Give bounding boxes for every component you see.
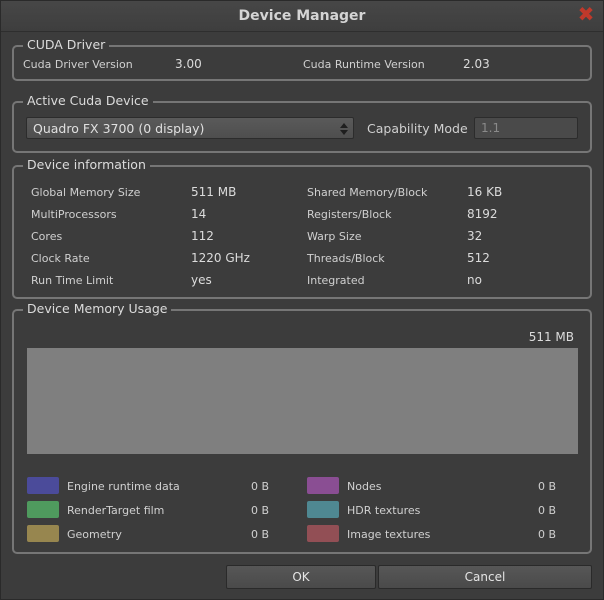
info-label: Shared Memory/Block: [307, 186, 428, 199]
legend-swatch-hdr-textures: [307, 501, 339, 518]
close-icon[interactable]: ✖: [577, 4, 595, 24]
legend-label: RenderTarget film: [67, 504, 165, 517]
info-value: 14: [191, 207, 207, 221]
info-value: 8192: [467, 207, 498, 221]
legend-value: 0 B: [538, 528, 557, 541]
device-memory-usage-group-title: Device Memory Usage: [23, 301, 172, 317]
info-label: Integrated: [307, 274, 365, 287]
title-bar[interactable]: Device Manager ✖: [1, 1, 603, 32]
info-value: 16 KB: [467, 185, 503, 199]
legend-value: 0 B: [538, 504, 557, 517]
legend-swatch-engine-runtime: [27, 477, 59, 494]
dropdown-arrows-icon: [340, 123, 348, 135]
cuda-device-dropdown[interactable]: Quadro FX 3700 (0 display): [26, 117, 354, 139]
legend-value: 0 B: [251, 504, 270, 517]
cuda-runtime-version-value: 2.03: [463, 57, 490, 71]
info-label: Warp Size: [307, 230, 362, 243]
legend-value: 0 B: [251, 528, 270, 541]
info-label: MultiProcessors: [31, 208, 117, 221]
device-information-group-title: Device information: [23, 157, 150, 173]
info-value: 1220 GHz: [191, 251, 250, 265]
info-label: Threads/Block: [307, 252, 385, 265]
info-label: Registers/Block: [307, 208, 392, 221]
device-memory-usage-group: Device Memory Usage 511 MB Engine runtim…: [12, 301, 592, 554]
legend-swatch-image-textures: [307, 525, 339, 542]
cuda-runtime-version-label: Cuda Runtime Version: [303, 58, 425, 71]
capability-mode-value: 1.1: [481, 121, 501, 135]
legend-label: Nodes: [347, 480, 382, 493]
info-value: 32: [467, 229, 483, 243]
cancel-button[interactable]: Cancel: [378, 565, 592, 589]
active-cuda-device-group-title: Active Cuda Device: [23, 93, 153, 109]
info-value: no: [467, 273, 482, 287]
device-manager-window: Device Manager ✖ CUDA Driver Cuda Driver…: [0, 0, 604, 600]
ok-button[interactable]: OK: [226, 565, 376, 589]
legend-swatch-rendertarget: [27, 501, 59, 518]
legend-swatch-nodes: [307, 477, 339, 494]
active-cuda-device-group: Active Cuda Device Quadro FX 3700 (0 dis…: [12, 93, 592, 153]
info-value: 511 MB: [191, 185, 237, 199]
cuda-driver-version-value: 3.00: [175, 57, 202, 71]
memory-usage-bar: [27, 348, 578, 454]
legend-label: Engine runtime data: [67, 480, 180, 493]
legend-label: Image textures: [347, 528, 431, 541]
legend-label: HDR textures: [347, 504, 421, 517]
info-label: Cores: [31, 230, 63, 243]
cuda-driver-group-title: CUDA Driver: [23, 37, 110, 53]
info-value: 112: [191, 229, 214, 243]
legend-label: Geometry: [67, 528, 122, 541]
info-label: Run Time Limit: [31, 274, 114, 287]
capability-mode-field[interactable]: 1.1: [474, 117, 578, 139]
legend-value: 0 B: [251, 480, 270, 493]
info-value: 512: [467, 251, 490, 265]
info-value: yes: [191, 273, 212, 287]
memory-total: 511 MB: [528, 330, 574, 344]
device-information-group: Device information Global Memory Size 51…: [12, 157, 592, 299]
cuda-driver-version-label: Cuda Driver Version: [23, 58, 133, 71]
window-title: Device Manager: [238, 8, 366, 24]
capability-mode-label: Capability Mode: [367, 121, 468, 136]
cuda-device-selected: Quadro FX 3700 (0 display): [33, 121, 205, 136]
legend-value: 0 B: [538, 480, 557, 493]
info-label: Clock Rate: [31, 252, 90, 265]
legend-swatch-geometry: [27, 525, 59, 542]
info-label: Global Memory Size: [31, 186, 141, 199]
cuda-driver-group: CUDA Driver Cuda Driver Version 3.00 Cud…: [12, 37, 592, 81]
